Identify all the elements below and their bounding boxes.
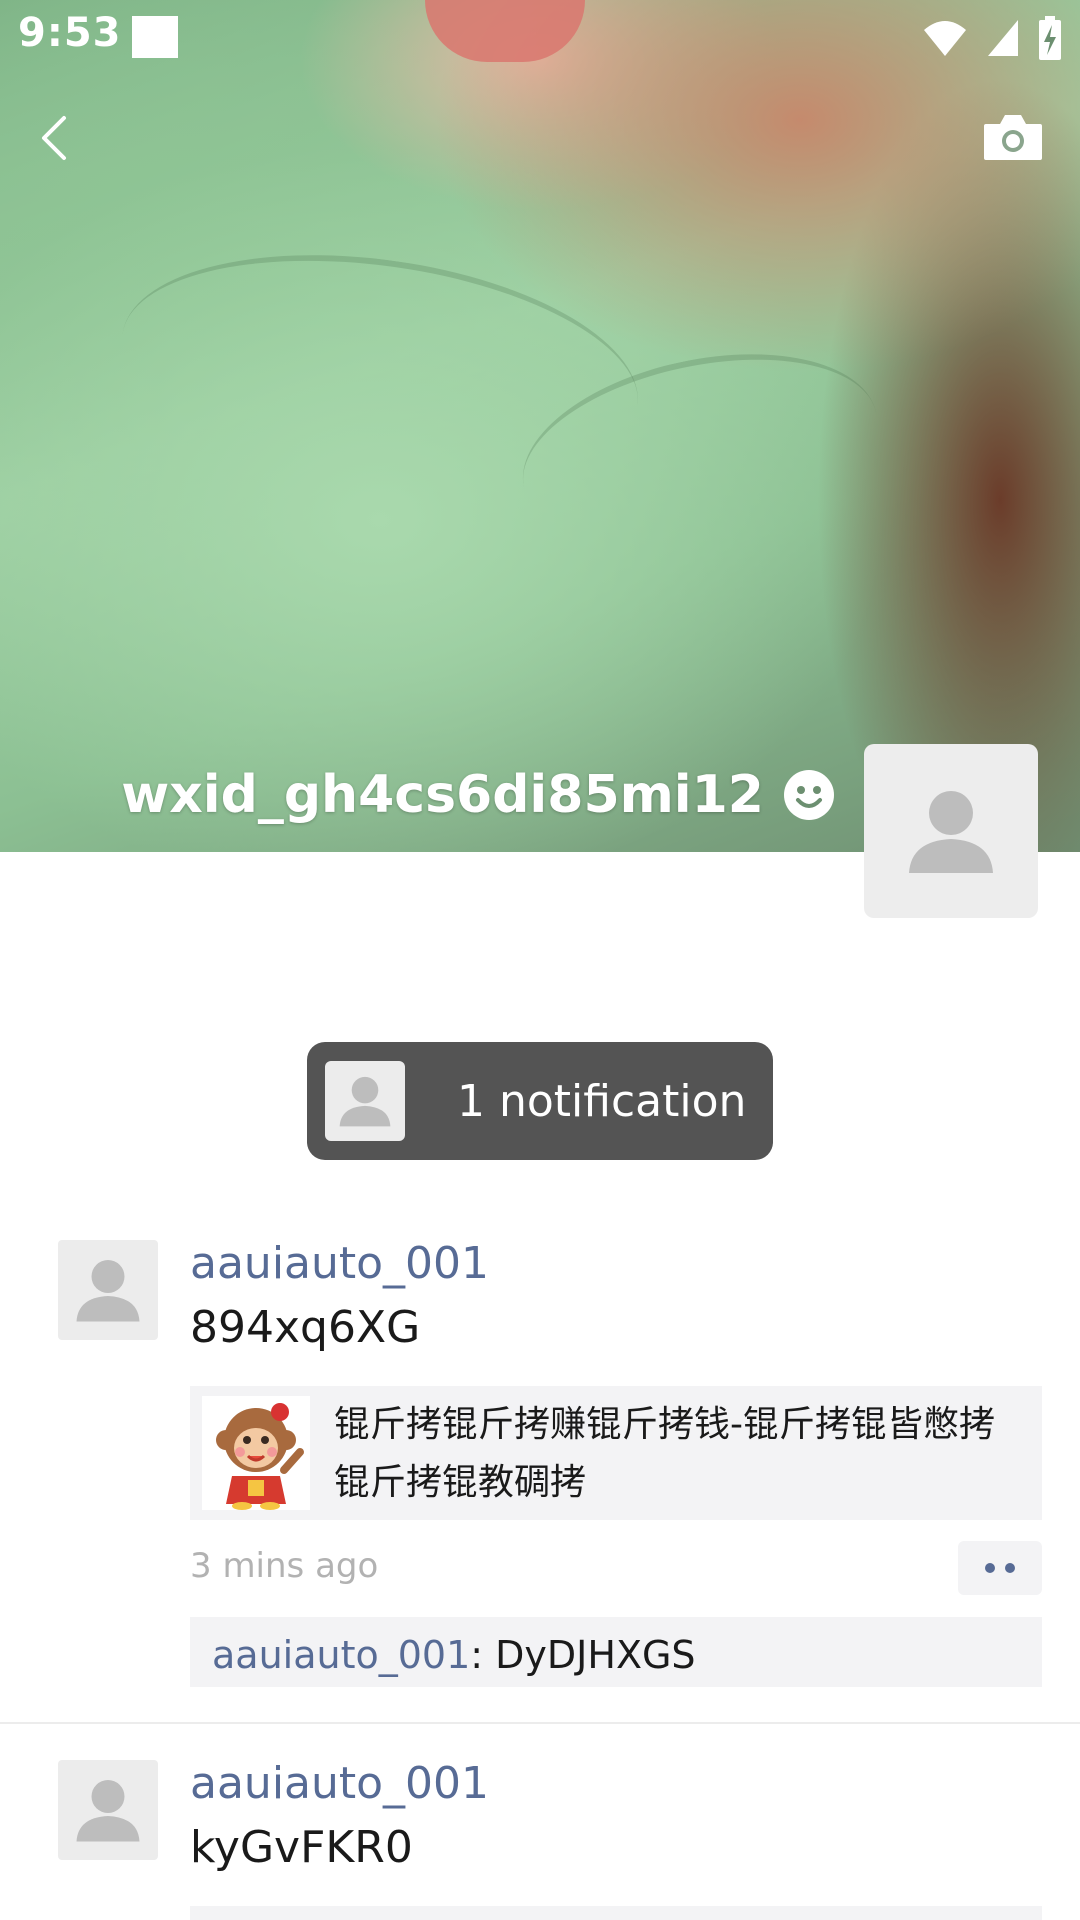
link-card[interactable]: 锟斤拷锟斤拷赚锟斤拷钱-锟斤拷锟皆憋拷锟斤拷锟教碉拷 [190,1386,1042,1520]
chevron-left-icon [42,116,66,160]
comment-author[interactable]: aauiauto_001 [212,1633,470,1677]
link-card[interactable] [190,1906,1042,1920]
profile-name-row: wxid_gh4cs6di85mi12 [121,758,836,832]
status-bar: 9:53 [0,0,1080,76]
default-avatar-icon [76,1260,140,1322]
camera-icon [984,115,1042,160]
post-divider [0,1722,1080,1724]
notification-avatar [325,1061,405,1141]
notification-label: 1 notification [457,1075,747,1127]
post-avatar[interactable] [58,1240,158,1340]
more-dot [1005,1563,1015,1573]
status-emoji-icon[interactable] [782,768,836,822]
monkey-sticker-icon [216,1403,304,1510]
link-title: 锟斤拷锟斤拷赚锟斤拷钱-锟斤拷锟皆憋拷锟斤拷锟教碉拷 [334,1404,995,1503]
profile-name: wxid_gh4cs6di85mi12 [121,765,764,825]
post-text: 894xq6XG [190,1302,421,1353]
post-username[interactable]: aauiauto_001 [190,1238,489,1289]
post-avatar[interactable] [58,1760,158,1860]
comment-separator: : [470,1633,496,1677]
default-avatar-icon [339,1076,391,1127]
cell-signal-icon [988,20,1018,56]
default-avatar-icon [909,791,993,873]
wifi-icon [924,21,966,56]
post-text: kyGvFKR0 [190,1822,413,1873]
camera-button[interactable] [982,112,1044,162]
profile-avatar[interactable] [864,744,1038,918]
default-avatar-icon [76,1780,140,1842]
like-comment-button[interactable] [958,1541,1042,1595]
post-time: 3 mins ago [190,1546,379,1586]
status-time: 9:53 [18,10,122,56]
status-icons [922,16,1062,60]
post-username[interactable]: aauiauto_001 [190,1758,489,1809]
comment-row[interactable]: aauiauto_001: DyDJHXGS [190,1617,1042,1687]
cover-photo[interactable] [0,0,1080,852]
link-thumbnail [202,1396,310,1510]
back-button[interactable] [28,108,88,168]
comment-text: DyDJHXGS [495,1633,696,1677]
more-dot [985,1563,995,1573]
notification-square-icon [132,16,178,58]
battery-charging-icon [1039,16,1061,60]
notification-pill[interactable]: 1 notification [307,1042,773,1160]
